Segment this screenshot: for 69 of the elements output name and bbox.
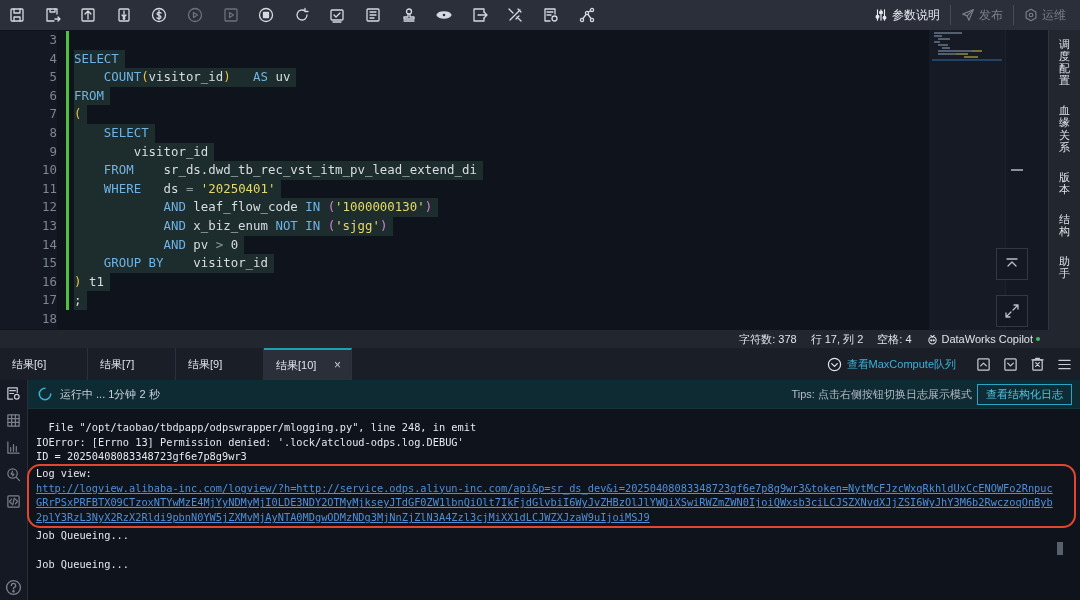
sliders-icon	[874, 8, 888, 22]
tab-label: 结果[6]	[12, 356, 47, 372]
log-text: File "/opt/taobao/tbdpapp/odpswrapper/mlogging.py", line 248, in emit	[47, 420, 478, 435]
structured-log-button[interactable]: 查看结构化日志	[977, 383, 1072, 405]
log-text: Log view:	[36, 466, 93, 481]
toolbar-action-button[interactable]: 参数说明	[864, 5, 950, 25]
side-tab[interactable]: 血缘关系	[1059, 104, 1070, 153]
line-number: 15	[0, 254, 57, 273]
log-link[interactable]: GRrPSxPRFBTX09CTzoxNTYwMzE4MjYyNDMyMjI0LDE3NDY2OTMyMjkseyJTdGF0ZW1lbnQiOlt7IkFjdGlvbiI6WyJvZHBzOlJlYWQiXSwiRWZmZWN0IjoiQWxsb3ciLCJSZXNvdXJjZSI6WyJhY3M6b2RwczoqOnByb	[36, 495, 1053, 511]
side-tab[interactable]: 版本	[1059, 170, 1070, 195]
side-tab[interactable]: 助手	[1059, 255, 1070, 280]
tab-label: 结果[7]	[100, 356, 135, 372]
log-icon[interactable]	[6, 386, 21, 401]
search-icon[interactable]	[6, 467, 21, 482]
expand-down-button[interactable]	[1003, 356, 1018, 372]
line-number: 12	[0, 198, 57, 217]
expand-button[interactable]	[1004, 303, 1020, 319]
hexagon-icon	[1024, 8, 1038, 22]
tab-label: 结果[9]	[188, 356, 223, 372]
status-text: 字符数: 378	[739, 331, 797, 347]
robot-icon	[925, 332, 939, 346]
run-status: 运行中 ... 1分钟 2 秒	[60, 386, 160, 402]
side-tab[interactable]: 调度配置	[1059, 38, 1070, 87]
document-settings-icon[interactable]	[542, 7, 559, 23]
line-number: 3	[0, 31, 57, 50]
tab-label: 结果[10]	[276, 357, 317, 373]
scrollbar-thumb[interactable]	[1057, 542, 1063, 555]
clear-button[interactable]	[1030, 356, 1045, 372]
queue-link[interactable]: 查看MaxCompute队列	[826, 348, 956, 380]
log-link[interactable]: 2plY3RzL3NyX2RzX2Rldi9pbnN0YW5jZXMvMjAyNTA0MDgwODMzNDg3MjNnZjZlN3A4Zzl3cjMiXX1dLCJWZXJzaW9uIjoiMSJ9	[36, 510, 650, 525]
bar-chart-icon[interactable]	[6, 440, 21, 455]
graph-icon[interactable]	[578, 7, 595, 23]
collapse-up-button[interactable]	[976, 356, 991, 372]
line-number: 17	[0, 291, 57, 310]
stop-icon[interactable]	[258, 7, 275, 23]
copilot-button[interactable]: DataWorks Copilot	[925, 332, 1033, 346]
log-text: Job Queueing...	[36, 527, 130, 543]
log-text: ID = 20250408083348723gf6e7p8g9wr3	[36, 449, 248, 465]
line-number: 5	[0, 68, 57, 87]
save-icon[interactable]	[9, 7, 25, 23]
status-text: 行 17, 列 2	[810, 331, 864, 347]
tools-icon[interactable]	[507, 7, 524, 23]
log-link[interactable]: http://logview.alibaba-inc.com/logview/?h=http://service.odps.aliyun-inc.com/api&p=sr_ds_dev&i=20250408083348723gf6e7p8g9wr3&token=NytMcFJzcWxqRkhldUxCcENOWFo2Rnpuc	[36, 480, 1053, 496]
result-tab[interactable]: 结果[10] ×	[264, 348, 352, 380]
line-number: 7	[0, 105, 57, 124]
table-icon[interactable]	[6, 413, 21, 428]
export-icon[interactable]	[471, 7, 488, 23]
scrollbar-thumb[interactable]	[1011, 169, 1024, 171]
spinner-icon	[38, 387, 52, 401]
checked-screen-icon[interactable]	[329, 7, 346, 23]
refresh-icon[interactable]	[293, 7, 310, 23]
side-tab[interactable]: 结构	[1059, 212, 1070, 238]
minimap-drawing	[932, 31, 1003, 61]
document-icon[interactable]	[364, 7, 381, 23]
save-as-icon[interactable]	[44, 7, 61, 23]
upload-icon[interactable]	[80, 7, 97, 23]
log-text: Job Queueing...	[36, 557, 130, 572]
tips-text: Tips: 点击右侧按钮切换日志展示模式	[791, 386, 972, 402]
paper-plane-icon	[961, 8, 975, 22]
status-text: 空格: 4	[877, 331, 912, 347]
dollar-icon[interactable]	[151, 7, 168, 23]
file-download-icon[interactable]	[115, 7, 132, 23]
stamp-icon[interactable]	[400, 7, 417, 23]
chevron-circle-icon	[826, 356, 842, 372]
help-icon[interactable]	[5, 579, 22, 596]
code-icon[interactable]	[6, 494, 21, 509]
log-text: IOError: [Errno 13] Permission denied: '.lock/atcloud-odps.log.DEBUG'	[36, 434, 465, 450]
line-number: 10	[0, 161, 57, 180]
close-button[interactable]: ×	[334, 358, 341, 372]
